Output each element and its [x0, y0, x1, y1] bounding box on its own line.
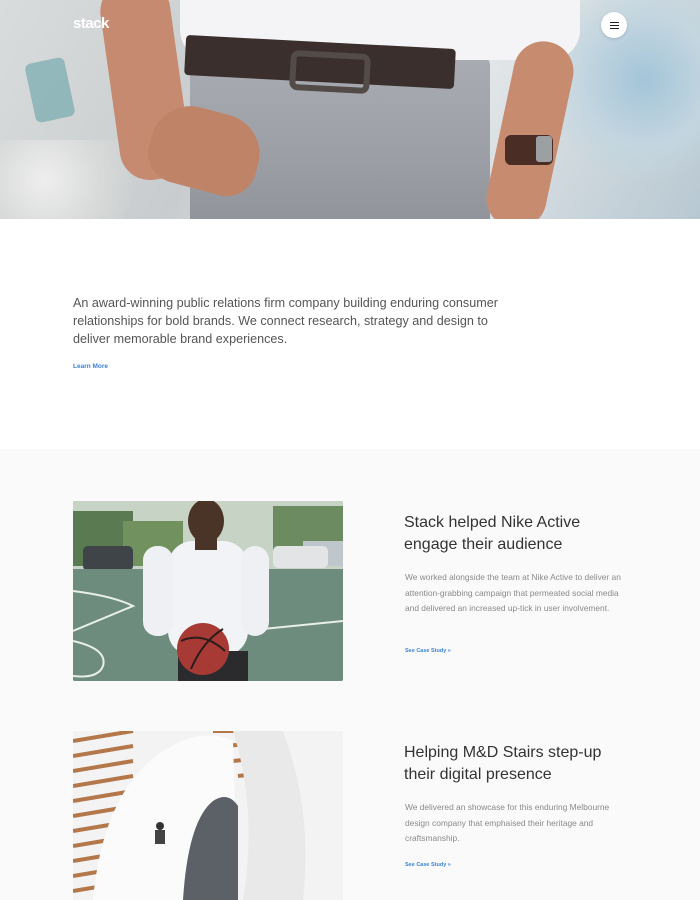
site-logo[interactable]: stack	[73, 15, 109, 32]
hero-image	[0, 0, 700, 219]
see-case-study-link-nike[interactable]: See Case Study »	[405, 648, 451, 654]
case-title-nike: Stack helped Nike Active engage their au…	[404, 514, 581, 553]
intro-text: An award-winning public relations firm c…	[73, 296, 498, 346]
case-description-nike: We worked alongside the team at Nike Act…	[405, 572, 621, 613]
case-description-md-stairs: We delivered an showcase for this enduri…	[405, 802, 610, 843]
learn-more-link[interactable]: Learn More	[73, 363, 108, 370]
case-study-image-basketball[interactable]	[73, 501, 343, 681]
intro-section: An award-winning public relations firm c…	[0, 219, 700, 449]
case-study-image-stairs[interactable]	[73, 731, 343, 900]
case-title-md-stairs: Helping M&D Stairs step-up their digital…	[404, 744, 602, 783]
hamburger-icon	[609, 21, 619, 29]
see-case-study-link-md-stairs[interactable]: See Case Study »	[405, 862, 451, 868]
menu-button[interactable]	[601, 12, 627, 38]
